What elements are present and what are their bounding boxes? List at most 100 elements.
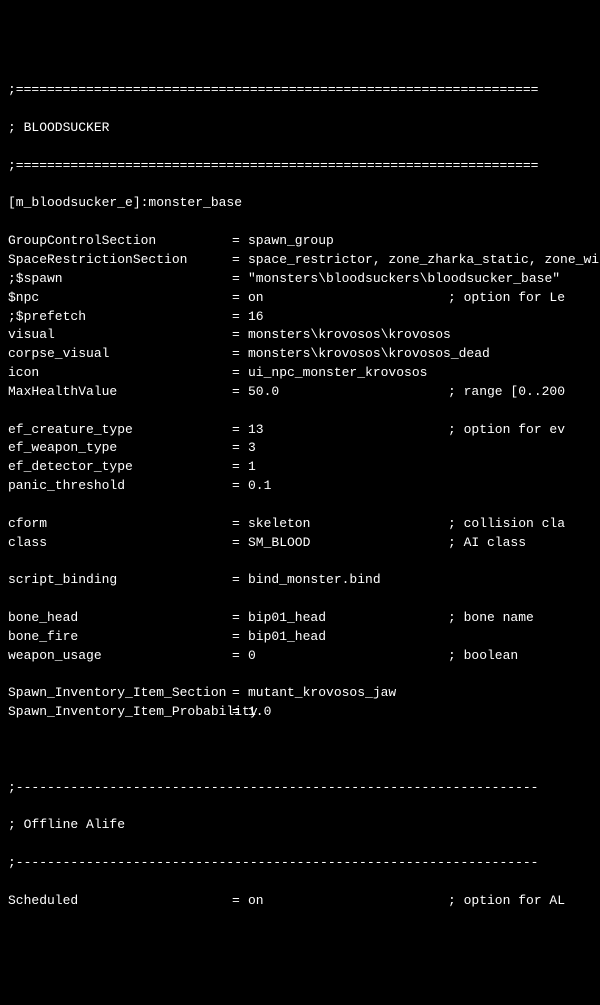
config-value: ui_npc_monster_krovosos <box>248 364 448 383</box>
config-value: 13 <box>248 421 448 440</box>
config-line: ;$spawn= "monsters\bloodsuckers\bloodsuc… <box>8 270 596 289</box>
config-key: class <box>8 534 232 553</box>
equals-sign: = <box>232 647 248 666</box>
config-value: SM_BLOOD <box>248 534 448 553</box>
config-value: 1 <box>248 458 448 477</box>
config-line: bone_head= bip01_head; bone name <box>8 609 596 628</box>
config-line: ef_creature_type= 13; option for ev <box>8 421 596 440</box>
blank-line <box>8 741 596 760</box>
config-value: bind_monster.bind <box>248 571 448 590</box>
config-comment: ; bone name <box>448 609 596 628</box>
equals-sign: = <box>232 421 248 440</box>
config-value: 1.0 <box>248 703 596 722</box>
config-key: ;$spawn <box>8 270 232 289</box>
config-line: MaxHealthValue= 50.0; range [0..200 <box>8 383 596 402</box>
separator-offline-top: ;---------------------------------------… <box>8 779 596 798</box>
equals-sign: = <box>232 609 248 628</box>
config-line: $npc= on; option for Le <box>8 289 596 308</box>
config-value: bip01_head <box>248 628 448 647</box>
config-value: 0 <box>248 647 448 666</box>
config-value: 50.0 <box>248 383 448 402</box>
config-comment <box>448 308 596 327</box>
separator-header: ;=======================================… <box>8 157 596 176</box>
config-value: space_restrictor, zone_zharka_static, zo… <box>248 251 600 270</box>
config-value: spawn_group <box>248 232 448 251</box>
config-key: script_binding <box>8 571 232 590</box>
config-line: panic_threshold= 0.1 <box>8 477 596 496</box>
config-key: SpaceRestrictionSection <box>8 251 232 270</box>
config-comment <box>448 477 596 496</box>
config-comment: ; option for Le <box>448 289 596 308</box>
config-key: $npc <box>8 289 232 308</box>
config-comment <box>448 364 596 383</box>
config-line: bone_fire= bip01_head <box>8 628 596 647</box>
equals-sign: = <box>232 326 248 345</box>
equals-sign: = <box>232 628 248 647</box>
config-key: ef_weapon_type <box>8 439 232 458</box>
config-lines: GroupControlSection= spawn_groupSpaceRes… <box>8 232 596 722</box>
equals-sign: = <box>232 439 248 458</box>
config-key: bone_fire <box>8 628 232 647</box>
config-line: GroupControlSection= spawn_group <box>8 232 596 251</box>
config-key: MaxHealthValue <box>8 383 232 402</box>
config-comment <box>448 628 596 647</box>
config-comment: ; option for ev <box>448 421 596 440</box>
config-key: visual <box>8 326 232 345</box>
config-key: bone_head <box>8 609 232 628</box>
config-comment: ; option for AL <box>448 892 596 911</box>
config-value: 3 <box>248 439 448 458</box>
equals-sign: = <box>232 477 248 496</box>
config-line: script_binding= bind_monster.bind <box>8 571 596 590</box>
config-key: GroupControlSection <box>8 232 232 251</box>
config-line: icon= ui_npc_monster_krovosos <box>8 364 596 383</box>
config-key: weapon_usage <box>8 647 232 666</box>
config-comment: ; range [0..200 <box>448 383 596 402</box>
blank-line <box>8 552 596 571</box>
equals-sign: = <box>232 703 248 722</box>
config-line: weapon_usage= 0; boolean <box>8 647 596 666</box>
config-key: icon <box>8 364 232 383</box>
config-value: on <box>248 892 448 911</box>
equals-sign: = <box>232 571 248 590</box>
config-value: "monsters\bloodsuckers\bloodsucker_base" <box>248 270 596 289</box>
config-key: ef_creature_type <box>8 421 232 440</box>
config-value: on <box>248 289 448 308</box>
config-line: Spawn_Inventory_Item_Section = mutant_kr… <box>8 684 596 703</box>
equals-sign: = <box>232 458 248 477</box>
config-line: ;$prefetch= 16 <box>8 308 596 327</box>
section-decl: [m_bloodsucker_e]:monster_base <box>8 194 596 213</box>
config-comment <box>448 232 596 251</box>
equals-sign: = <box>232 251 248 270</box>
config-comment: ; collision cla <box>448 515 596 534</box>
config-line: visual= monsters\krovosos\krovosos <box>8 326 596 345</box>
config-value: bip01_head <box>248 609 448 628</box>
config-key: cform <box>8 515 232 534</box>
separator-offline-bot: ;---------------------------------------… <box>8 854 596 873</box>
equals-sign: = <box>232 308 248 327</box>
config-comment <box>448 571 596 590</box>
config-value: monsters\krovosos\krovosos <box>248 326 448 345</box>
config-line: ef_weapon_type= 3 <box>8 439 596 458</box>
config-line-scheduled: Scheduled=on; option for AL <box>8 892 596 911</box>
config-key: corpse_visual <box>8 345 232 364</box>
config-comment: ; AI class <box>448 534 596 553</box>
equals-sign: = <box>232 892 248 911</box>
equals-sign: = <box>232 270 248 289</box>
config-key: Spawn_Inventory_Item_Section <box>8 684 232 703</box>
config-comment: ; boolean <box>448 647 596 666</box>
config-line: corpse_visual= monsters\krovosos\krovoso… <box>8 345 596 364</box>
equals-sign: = <box>232 345 248 364</box>
config-line: Spawn_Inventory_Item_Probability = 1.0 <box>8 703 596 722</box>
equals-sign: = <box>232 383 248 402</box>
config-value: 0.1 <box>248 477 448 496</box>
equals-sign: = <box>232 232 248 251</box>
config-line: ef_detector_type= 1 <box>8 458 596 477</box>
blank-line <box>8 666 596 685</box>
blank-line <box>8 496 596 515</box>
config-value: mutant_krovosos_jaw <box>248 684 596 703</box>
section-header: ; BLOODSUCKER <box>8 119 596 138</box>
blank-line <box>8 402 596 421</box>
equals-sign: = <box>232 289 248 308</box>
separator-top: ;=======================================… <box>8 81 596 100</box>
config-key: ;$prefetch <box>8 308 232 327</box>
